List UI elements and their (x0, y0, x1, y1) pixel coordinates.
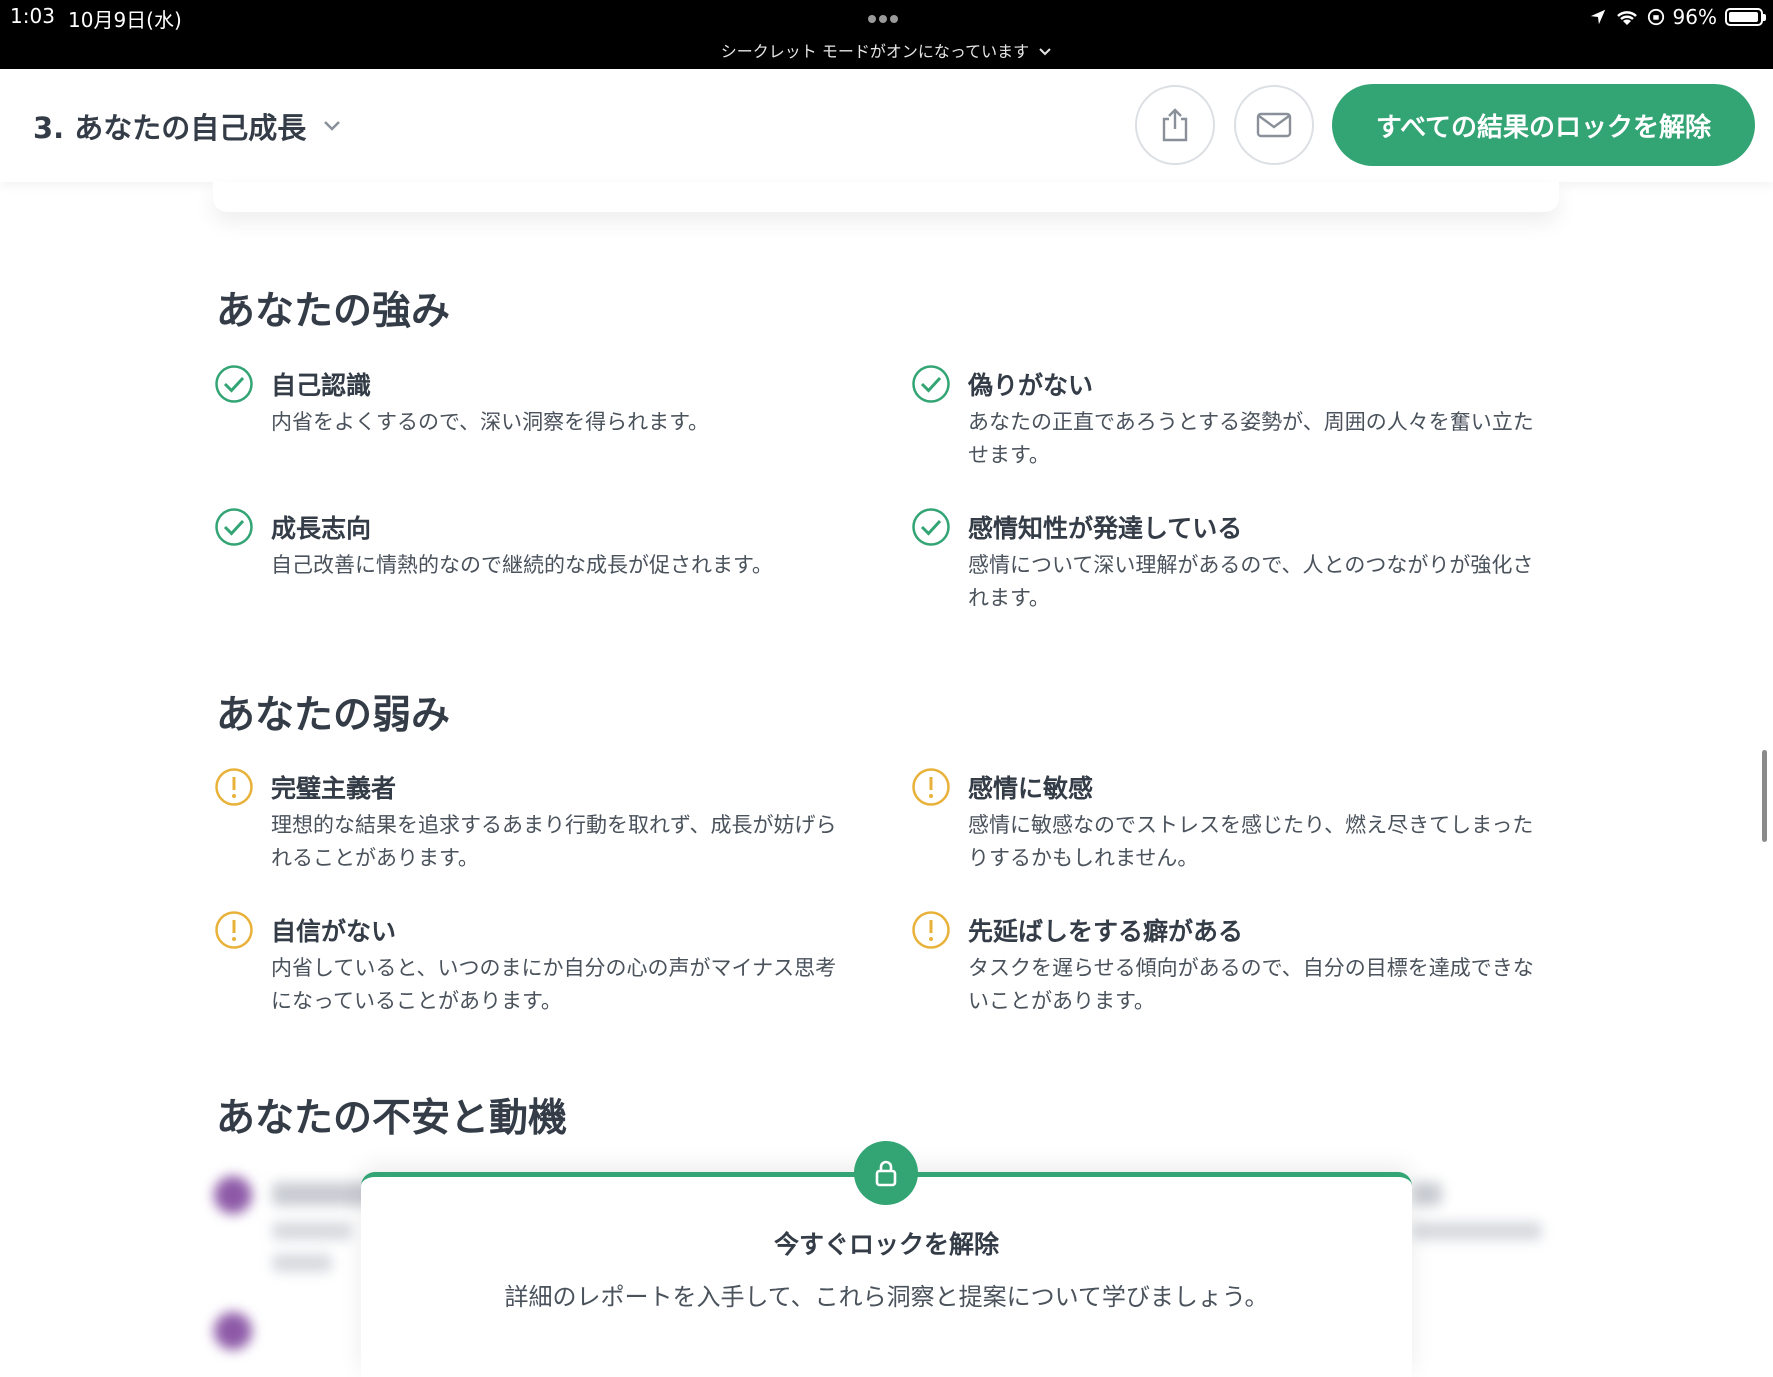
mail-icon (1256, 112, 1292, 138)
weaknesses-title: あなたの弱み (216, 693, 451, 738)
chevron-down-icon (1039, 48, 1051, 56)
strength-name: 偽りがない (968, 371, 1094, 400)
warning-circle-icon (215, 911, 253, 949)
orientation-lock-icon (1647, 8, 1664, 26)
weakness-name: 完璧主義者 (271, 774, 397, 803)
unlock-panel-title: 今すぐロックを解除 (773, 1230, 999, 1259)
weakness-description: 感情に敏感なのでストレスを感じたり、燃え尽きてしまったりするかもしれません。 (968, 813, 1534, 870)
warning-circle-icon (912, 768, 950, 806)
battery-icon (1725, 8, 1766, 26)
location-icon (1590, 9, 1605, 25)
strength-name: 成長志向 (271, 514, 372, 543)
wifi-icon (1616, 11, 1637, 25)
weakness-name: 先延ばしをする癖がある (968, 917, 1244, 946)
scrollbar[interactable] (1762, 750, 1767, 842)
chevron-down-icon (324, 121, 341, 131)
warning-circle-icon (912, 911, 950, 949)
check-circle-icon (215, 508, 253, 546)
strength-description: 自己改善に情熱的なので継続的な成長が促されます。 (271, 553, 773, 577)
lock-icon (875, 1160, 897, 1187)
incognito-notice-text: シークレット モードがオンになっています (720, 42, 1030, 61)
battery-percent: 96% (1672, 5, 1717, 29)
strength-description: 内省をよくするので、深い洞察を得られます。 (271, 410, 710, 434)
weakness-description: 内省していると、いつのまにか自分の心の声がマイナス思考になっていることがあります… (271, 956, 837, 1013)
strength-name: 自己認識 (271, 371, 372, 400)
status-bar: 1:03 10月9日(水) 96% シークレット モードがオンになっています (0, 0, 1773, 69)
unlock-panel-text: 詳細のレポートを入手して、これら洞察と提案について学びましょう。 (504, 1283, 1269, 1311)
strength-description: 感情について深い理解があるので、人とのつながりが強化されます。 (968, 553, 1534, 610)
anxieties-title: あなたの不安と動機 (216, 1096, 568, 1141)
email-button[interactable] (1234, 85, 1314, 165)
weakness-description: 理想的な結果を追求するあまり行動を取れず、成長が妨げられることがあります。 (271, 813, 837, 870)
share-button[interactable] (1135, 85, 1215, 165)
app-header: 3. あなたの自己成長 すべての結果のロックを解除 (0, 69, 1773, 182)
section-selector[interactable]: 3. あなたの自己成長 (33, 105, 342, 147)
incognito-notice[interactable]: シークレット モードがオンになっています (0, 38, 1773, 62)
status-date: 10月9日(水) (68, 8, 182, 32)
check-circle-icon (912, 365, 950, 403)
status-indicators: 96% (1589, 4, 1766, 30)
check-circle-icon (912, 508, 950, 546)
weakness-description: タスクを遅らせる傾向があるので、自分の目標を達成できないことがあります。 (968, 956, 1534, 1013)
weakness-name: 感情に敏感 (968, 774, 1094, 803)
section-selector-label: 3. あなたの自己成長 (33, 111, 307, 145)
multitasking-dots-icon[interactable] (868, 8, 906, 23)
status-time: 1:03 (10, 4, 55, 28)
unlock-all-results-button[interactable]: すべての結果のロックを解除 (1332, 84, 1755, 166)
share-icon (1162, 108, 1188, 142)
weakness-name: 自信がない (271, 917, 397, 946)
warning-circle-icon (215, 768, 253, 806)
strengths-title: あなたの強み (216, 289, 451, 334)
previous-card-bottom (213, 182, 1559, 212)
strength-name: 感情知性が発達している (968, 514, 1243, 543)
lock-badge (854, 1141, 918, 1205)
check-circle-icon (215, 365, 253, 403)
strength-description: あなたの正直であろうとする姿勢が、周囲の人々を奮い立たせます。 (968, 410, 1534, 467)
